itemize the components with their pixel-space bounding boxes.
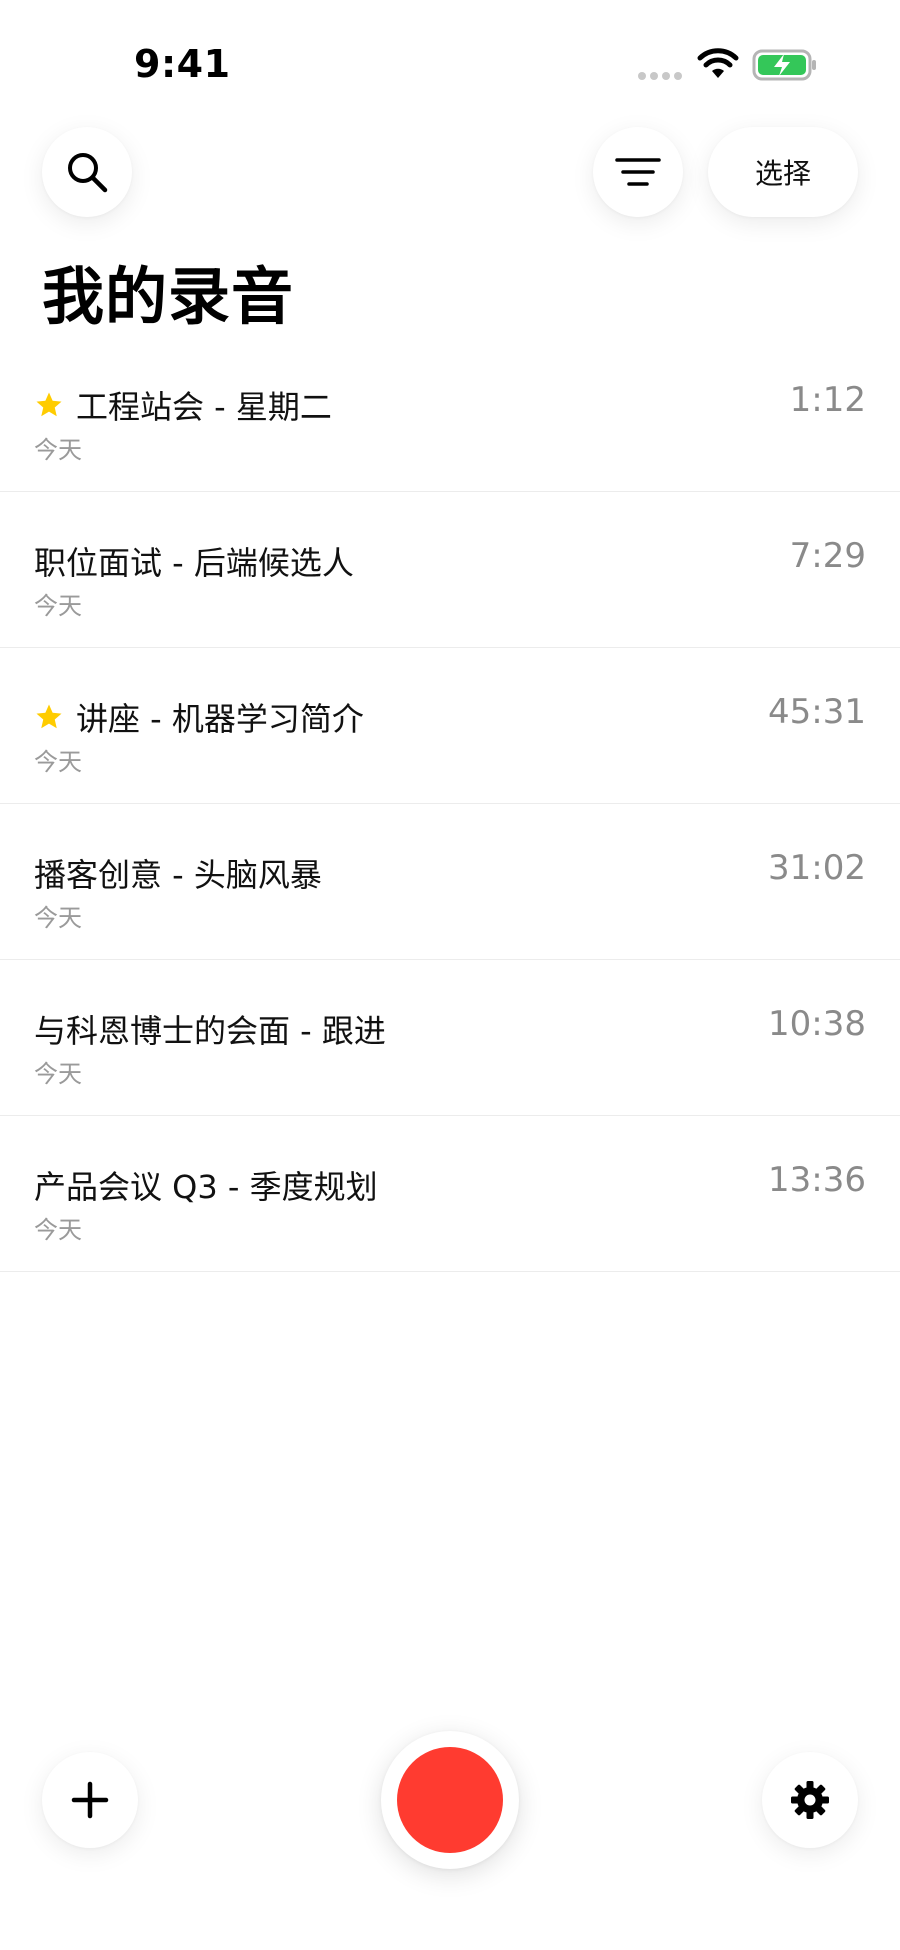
status-bar: 9:41 — [0, 0, 900, 130]
settings-button[interactable] — [762, 1752, 858, 1848]
cellular-signal-icon — [638, 72, 684, 82]
recording-row[interactable]: 与科恩博士的会面 - 跟进 今天 10:38 — [0, 960, 900, 1116]
recording-duration: 31:02 — [768, 848, 866, 888]
search-icon — [68, 153, 108, 193]
search-button[interactable] — [42, 127, 132, 217]
recording-row[interactable]: 讲座 - 机器学习简介 今天 45:31 — [0, 648, 900, 804]
status-time: 9:41 — [134, 42, 231, 86]
recording-date: 今天 — [34, 592, 82, 620]
recording-date: 今天 — [34, 436, 82, 464]
select-button[interactable]: 选择 — [708, 127, 858, 217]
recording-title-wrap: 职位面试 - 后端候选人 — [34, 538, 354, 584]
recording-duration: 10:38 — [768, 1004, 866, 1044]
recording-title-wrap: 与科恩博士的会面 - 跟进 — [34, 1006, 386, 1052]
recording-title: 播客创意 - 头脑风暴 — [34, 856, 322, 894]
page-title: 我的录音 — [42, 260, 295, 333]
battery-charging-icon — [752, 49, 816, 81]
gear-icon — [791, 1781, 829, 1819]
add-button[interactable] — [42, 1752, 138, 1848]
recording-row[interactable]: 职位面试 - 后端候选人 今天 7:29 — [0, 492, 900, 648]
recording-title: 与科恩博士的会面 - 跟进 — [34, 1012, 386, 1050]
recording-duration: 7:29 — [789, 536, 866, 576]
recording-title-wrap: 播客创意 - 头脑风暴 — [34, 850, 322, 896]
recording-date: 今天 — [34, 904, 82, 932]
filter-icon — [615, 158, 661, 186]
recording-title: 职位面试 - 后端候选人 — [34, 544, 354, 582]
star-icon — [36, 392, 62, 417]
recording-duration: 13:36 — [768, 1160, 866, 1200]
recording-date: 今天 — [34, 748, 82, 776]
recording-date: 今天 — [34, 1060, 82, 1088]
plus-icon — [71, 1781, 109, 1819]
recordings-list: 工程站会 - 星期二 今天 1:12 职位面试 - 后端候选人 今天 7:29 … — [0, 336, 900, 1272]
recording-duration: 45:31 — [768, 692, 866, 732]
recording-title-wrap: 产品会议 Q3 - 季度规划 — [34, 1162, 378, 1208]
recording-title: 工程站会 - 星期二 — [76, 388, 332, 426]
record-button[interactable] — [381, 1731, 519, 1869]
recording-title: 讲座 - 机器学习简介 — [76, 700, 364, 738]
wifi-icon — [697, 48, 739, 78]
recording-date: 今天 — [34, 1216, 82, 1244]
recording-title-wrap: 讲座 - 机器学习简介 — [34, 694, 364, 740]
recording-row[interactable]: 产品会议 Q3 - 季度规划 今天 13:36 — [0, 1116, 900, 1272]
filter-button[interactable] — [593, 127, 683, 217]
star-icon — [36, 704, 62, 729]
recording-row[interactable]: 工程站会 - 星期二 今天 1:12 — [0, 336, 900, 492]
recording-row[interactable]: 播客创意 - 头脑风暴 今天 31:02 — [0, 804, 900, 960]
record-icon — [397, 1747, 503, 1853]
recording-duration: 1:12 — [789, 380, 866, 420]
recording-title-wrap: 工程站会 - 星期二 — [34, 382, 332, 428]
recording-title: 产品会议 Q3 - 季度规划 — [34, 1168, 378, 1206]
